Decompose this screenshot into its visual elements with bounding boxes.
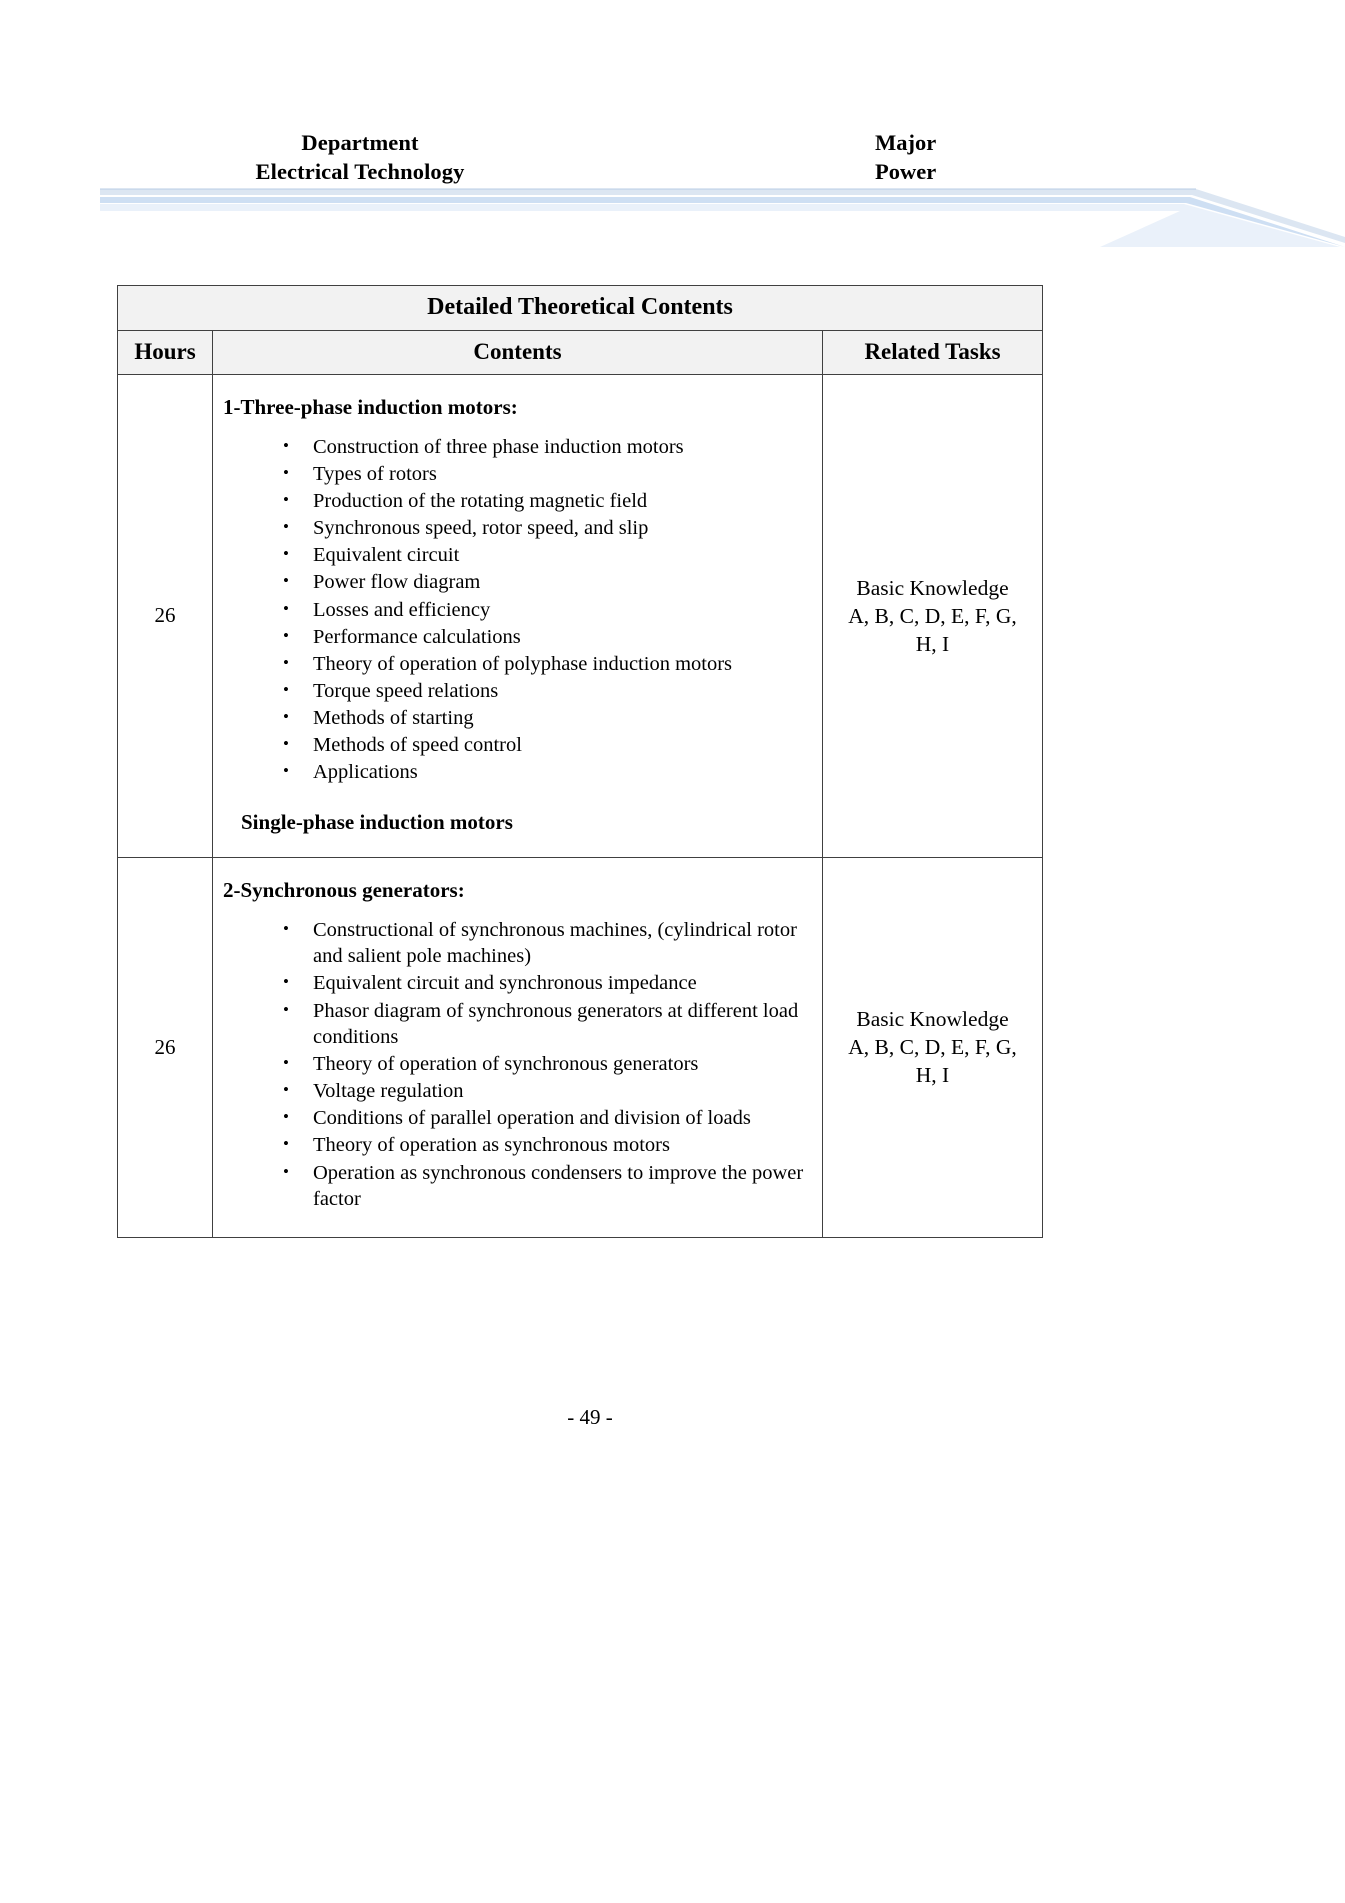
related-tasks-line-3: H, I xyxy=(915,1063,950,1088)
list-item: Production of the rotating magnetic fiel… xyxy=(283,487,808,515)
content-heading: 2-Synchronous generators: xyxy=(223,877,465,902)
page-number: - 49 - xyxy=(567,1405,613,1429)
related-tasks-line-2: A, B, C, D, E, F, G, xyxy=(848,1035,1017,1060)
table-row: 26 1-Three-phase induction motors: Const… xyxy=(117,374,1043,858)
table-title: Detailed Theoretical Contents xyxy=(117,285,1043,331)
table-header-row: Hours Contents Related Tasks xyxy=(117,330,1043,375)
table-row: 26 2-Synchronous generators: Constructio… xyxy=(117,856,1043,1239)
list-item: Theory of operation of synchronous gener… xyxy=(283,1050,808,1078)
divider-band-bottom xyxy=(100,204,1340,247)
list-item: Methods of speed control xyxy=(283,731,808,759)
department-label: Department xyxy=(301,130,419,155)
department-header: Department Electrical Technology xyxy=(150,128,570,186)
related-tasks-line-3: H, I xyxy=(915,631,950,656)
content-footer-heading: Single-phase induction motors xyxy=(241,809,513,834)
list-item: Constructional of synchronous machines, … xyxy=(283,916,808,970)
list-item: Phasor diagram of synchronous generators… xyxy=(283,996,808,1051)
column-header-hours: Hours xyxy=(117,330,213,375)
major-value: Power xyxy=(875,159,937,184)
theoretical-contents-table: Detailed Theoretical Contents Hours Cont… xyxy=(117,285,1043,1239)
list-item: Operation as synchronous condensers to i… xyxy=(283,1159,808,1213)
department-value: Electrical Technology xyxy=(255,159,465,184)
content-bullet-list: Construction of three phase induction mo… xyxy=(221,433,808,786)
list-item: Theory of operation as synchronous motor… xyxy=(283,1131,808,1159)
divider-svg xyxy=(100,188,1345,247)
list-item: Equivalent circuit xyxy=(283,541,808,569)
column-header-contents: Contents xyxy=(212,330,823,375)
related-tasks-line-2: A, B, C, D, E, F, G, xyxy=(848,603,1017,628)
list-item: Construction of three phase induction mo… xyxy=(283,433,808,461)
list-item: Performance calculations xyxy=(283,623,808,651)
list-item: Voltage regulation xyxy=(283,1077,808,1105)
content-heading: 1-Three-phase induction motors: xyxy=(223,395,518,419)
list-item: Conditions of parallel operation and div… xyxy=(283,1104,808,1132)
header-divider-graphic xyxy=(0,185,1345,247)
list-item: Losses and efficiency xyxy=(283,596,808,624)
list-item: Methods of starting xyxy=(283,704,808,732)
list-item: Theory of operation of polyphase inducti… xyxy=(283,650,808,678)
list-item: Types of rotors xyxy=(283,460,808,488)
contents-cell: 2-Synchronous generators: Constructional… xyxy=(212,856,823,1239)
hours-cell: 26 xyxy=(117,374,213,858)
list-item: Applications xyxy=(283,758,808,786)
related-tasks-cell: Basic Knowledge A, B, C, D, E, F, G, H, … xyxy=(822,374,1043,858)
column-header-related-tasks: Related Tasks xyxy=(822,330,1043,375)
list-item: Equivalent circuit and synchronous imped… xyxy=(283,969,808,997)
list-item: Torque speed relations xyxy=(283,677,808,705)
major-header: Major Power xyxy=(875,128,1135,186)
major-label: Major xyxy=(875,130,937,155)
hours-cell: 26 xyxy=(117,856,213,1239)
list-item: Power flow diagram xyxy=(283,568,808,596)
list-item: Synchronous speed, rotor speed, and slip xyxy=(283,514,808,542)
related-tasks-line-1: Basic Knowledge xyxy=(856,575,1009,600)
contents-cell: 1-Three-phase induction motors: Construc… xyxy=(212,374,823,858)
table-title-row: Detailed Theoretical Contents xyxy=(117,285,1043,331)
related-tasks-line-1: Basic Knowledge xyxy=(856,1007,1009,1032)
related-tasks-cell: Basic Knowledge A, B, C, D, E, F, G, H, … xyxy=(822,856,1043,1239)
content-bullet-list: Constructional of synchronous machines, … xyxy=(221,916,808,1213)
